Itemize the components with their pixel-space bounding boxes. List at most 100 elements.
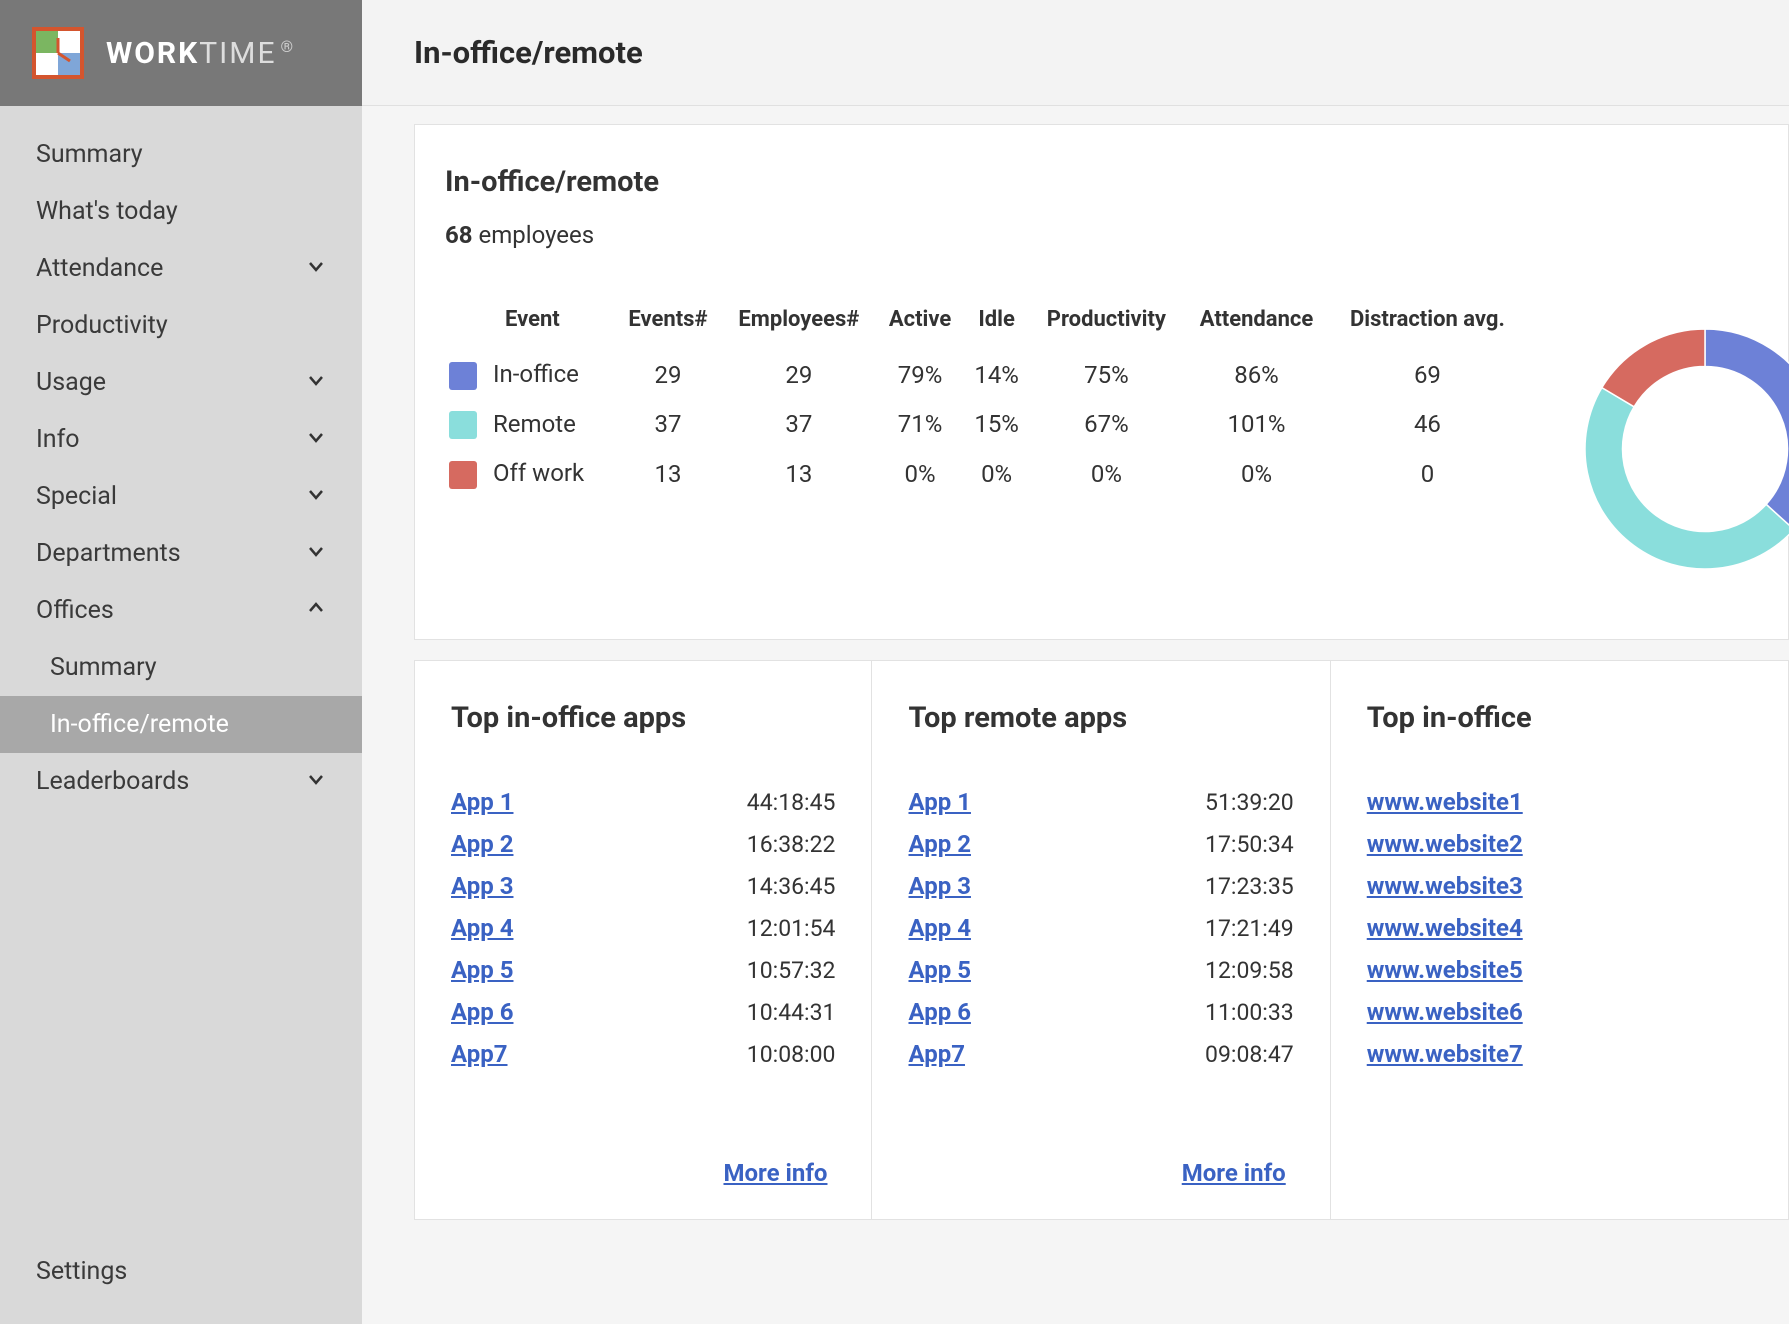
list-item: App 151:39:20 (908, 781, 1293, 823)
legend-swatch (449, 461, 477, 489)
table-cell: 79% (877, 350, 964, 400)
app-link[interactable]: www.website7 (1367, 1040, 1523, 1068)
nav-item-label: Departments (36, 539, 181, 568)
table-header: Attendance (1183, 299, 1330, 350)
cards-row: Top in-office appsApp 144:18:45App 216:3… (414, 660, 1789, 1220)
nav-item-departments[interactable]: Departments (0, 525, 362, 582)
event-name: Off work (493, 459, 584, 487)
event-cell: In-office (445, 350, 615, 400)
app-link[interactable]: www.website4 (1367, 914, 1523, 942)
app-link[interactable]: App 3 (451, 872, 513, 900)
table-row: Off work13130%0%0%0%0 (445, 449, 1525, 499)
nav-item-label: Leaderboards (36, 767, 189, 796)
list-item: App 5 10:57:32 (451, 949, 835, 991)
list-item: www.website2 (1367, 823, 1752, 865)
app-link[interactable]: www.website3 (1367, 872, 1523, 900)
table-cell: 69 (1330, 350, 1525, 400)
list-item: www.website5 (1367, 949, 1752, 991)
table-cell: 0% (964, 449, 1030, 499)
nav-item-label: Productivity (36, 311, 168, 340)
chevron-down-icon (306, 541, 326, 567)
app-link[interactable]: App 6 (908, 998, 970, 1026)
event-name: In-office (493, 360, 579, 388)
app-link[interactable]: App 5 (908, 956, 970, 984)
app-link[interactable]: App 2 (908, 830, 970, 858)
app-link[interactable]: www.website2 (1367, 830, 1523, 858)
nav-subitem-summary[interactable]: Summary (0, 639, 362, 696)
app-time: 16:38:22 (747, 831, 836, 858)
list-item: App7 10:08:00 (451, 1033, 835, 1075)
app-link[interactable]: App 3 (908, 872, 970, 900)
event-cell: Off work (445, 449, 615, 499)
table-row: Remote373771%15%67%101%46 (445, 400, 1525, 450)
donut-slice (1585, 388, 1789, 569)
app-time: 11:00:33 (1205, 999, 1294, 1026)
table-cell: 67% (1030, 400, 1183, 450)
more-info-link[interactable]: More info (1182, 1159, 1286, 1187)
nav-item-label: Summary (36, 140, 143, 169)
app-link[interactable]: App 4 (908, 914, 970, 942)
nav-item-special[interactable]: Special (0, 468, 362, 525)
list-item: www.website1 (1367, 781, 1752, 823)
app-time: 10:08:00 (747, 1041, 836, 1068)
more-info-link[interactable]: More info (723, 1159, 827, 1187)
table-header: Idle (964, 299, 1030, 350)
donut-slice (1602, 329, 1705, 407)
app-link[interactable]: App 2 (451, 830, 513, 858)
nav-item-info[interactable]: Info (0, 411, 362, 468)
list-item: www.website7 (1367, 1033, 1752, 1075)
table-cell: 14% (964, 350, 1030, 400)
table-cell: 13 (615, 449, 721, 499)
nav: Summary What's todayAttendance Productivit… (0, 106, 362, 810)
nav-item-summary[interactable]: Summary (0, 126, 362, 183)
app-link[interactable]: App7 (451, 1040, 508, 1068)
table-cell: 46 (1330, 400, 1525, 450)
nav-subitem-in-office-remote[interactable]: In-office/remote (0, 696, 362, 753)
brand-header: WORKTIME® (0, 0, 362, 106)
content: In-office/remote 68 employees EventEvent… (362, 106, 1789, 1324)
table-cell: 0% (1030, 449, 1183, 499)
table-cell: 101% (1183, 400, 1330, 450)
nav-settings[interactable]: Settings (0, 1243, 362, 1300)
app-link[interactable]: www.website6 (1367, 998, 1523, 1026)
brand-logo-icon (28, 23, 88, 83)
chevron-down-icon (306, 484, 326, 510)
employee-count-line: 68 employees (445, 221, 1758, 249)
nav-item-label: Offices (36, 596, 114, 625)
app-link[interactable]: App 5 (451, 956, 513, 984)
nav-item-usage[interactable]: Usage (0, 354, 362, 411)
card-title: Top in-office apps (451, 701, 835, 735)
nav-item-attendance[interactable]: Attendance (0, 240, 362, 297)
card-title: Top in-office (1367, 701, 1752, 735)
list-item: App 512:09:58 (908, 949, 1293, 991)
app-link[interactable]: App 1 (908, 788, 970, 816)
nav-item-productivity[interactable]: Productivity (0, 297, 362, 354)
app-time: 17:50:34 (1205, 831, 1294, 858)
table-cell: 0% (877, 449, 964, 499)
app-link[interactable]: www.website1 (1367, 788, 1523, 816)
table-cell: 86% (1183, 350, 1330, 400)
nav-item-leaderboards[interactable]: Leaderboards (0, 753, 362, 810)
app-link[interactable]: App 6 (451, 998, 513, 1026)
sidebar: WORKTIME® Summary What's todayAttendance P… (0, 0, 362, 1324)
app-time: 12:01:54 (747, 915, 836, 942)
table-cell: 13 (721, 449, 876, 499)
nav-item-offices[interactable]: Offices (0, 582, 362, 639)
app-link[interactable]: App 1 (451, 788, 513, 816)
table-cell: 75% (1030, 350, 1183, 400)
app-link[interactable]: www.website5 (1367, 956, 1523, 984)
chevron-up-icon (306, 598, 326, 624)
list-item: App 6 11:00:33 (908, 991, 1293, 1033)
app-link[interactable]: App7 (908, 1040, 965, 1068)
table-header: Event (445, 299, 615, 350)
brand-name: WORKTIME® (106, 36, 295, 71)
table-cell: 0 (1330, 449, 1525, 499)
app-time: 10:57:32 (747, 957, 836, 984)
app-link[interactable]: App 4 (451, 914, 513, 942)
list-item: www.website4 (1367, 907, 1752, 949)
nav-item-what-s-today[interactable]: What's today (0, 183, 362, 240)
event-name: Remote (493, 410, 576, 438)
page-title: In-office/remote (414, 34, 643, 71)
table-cell: 37 (721, 400, 876, 450)
employee-count-label: employees (479, 221, 595, 249)
